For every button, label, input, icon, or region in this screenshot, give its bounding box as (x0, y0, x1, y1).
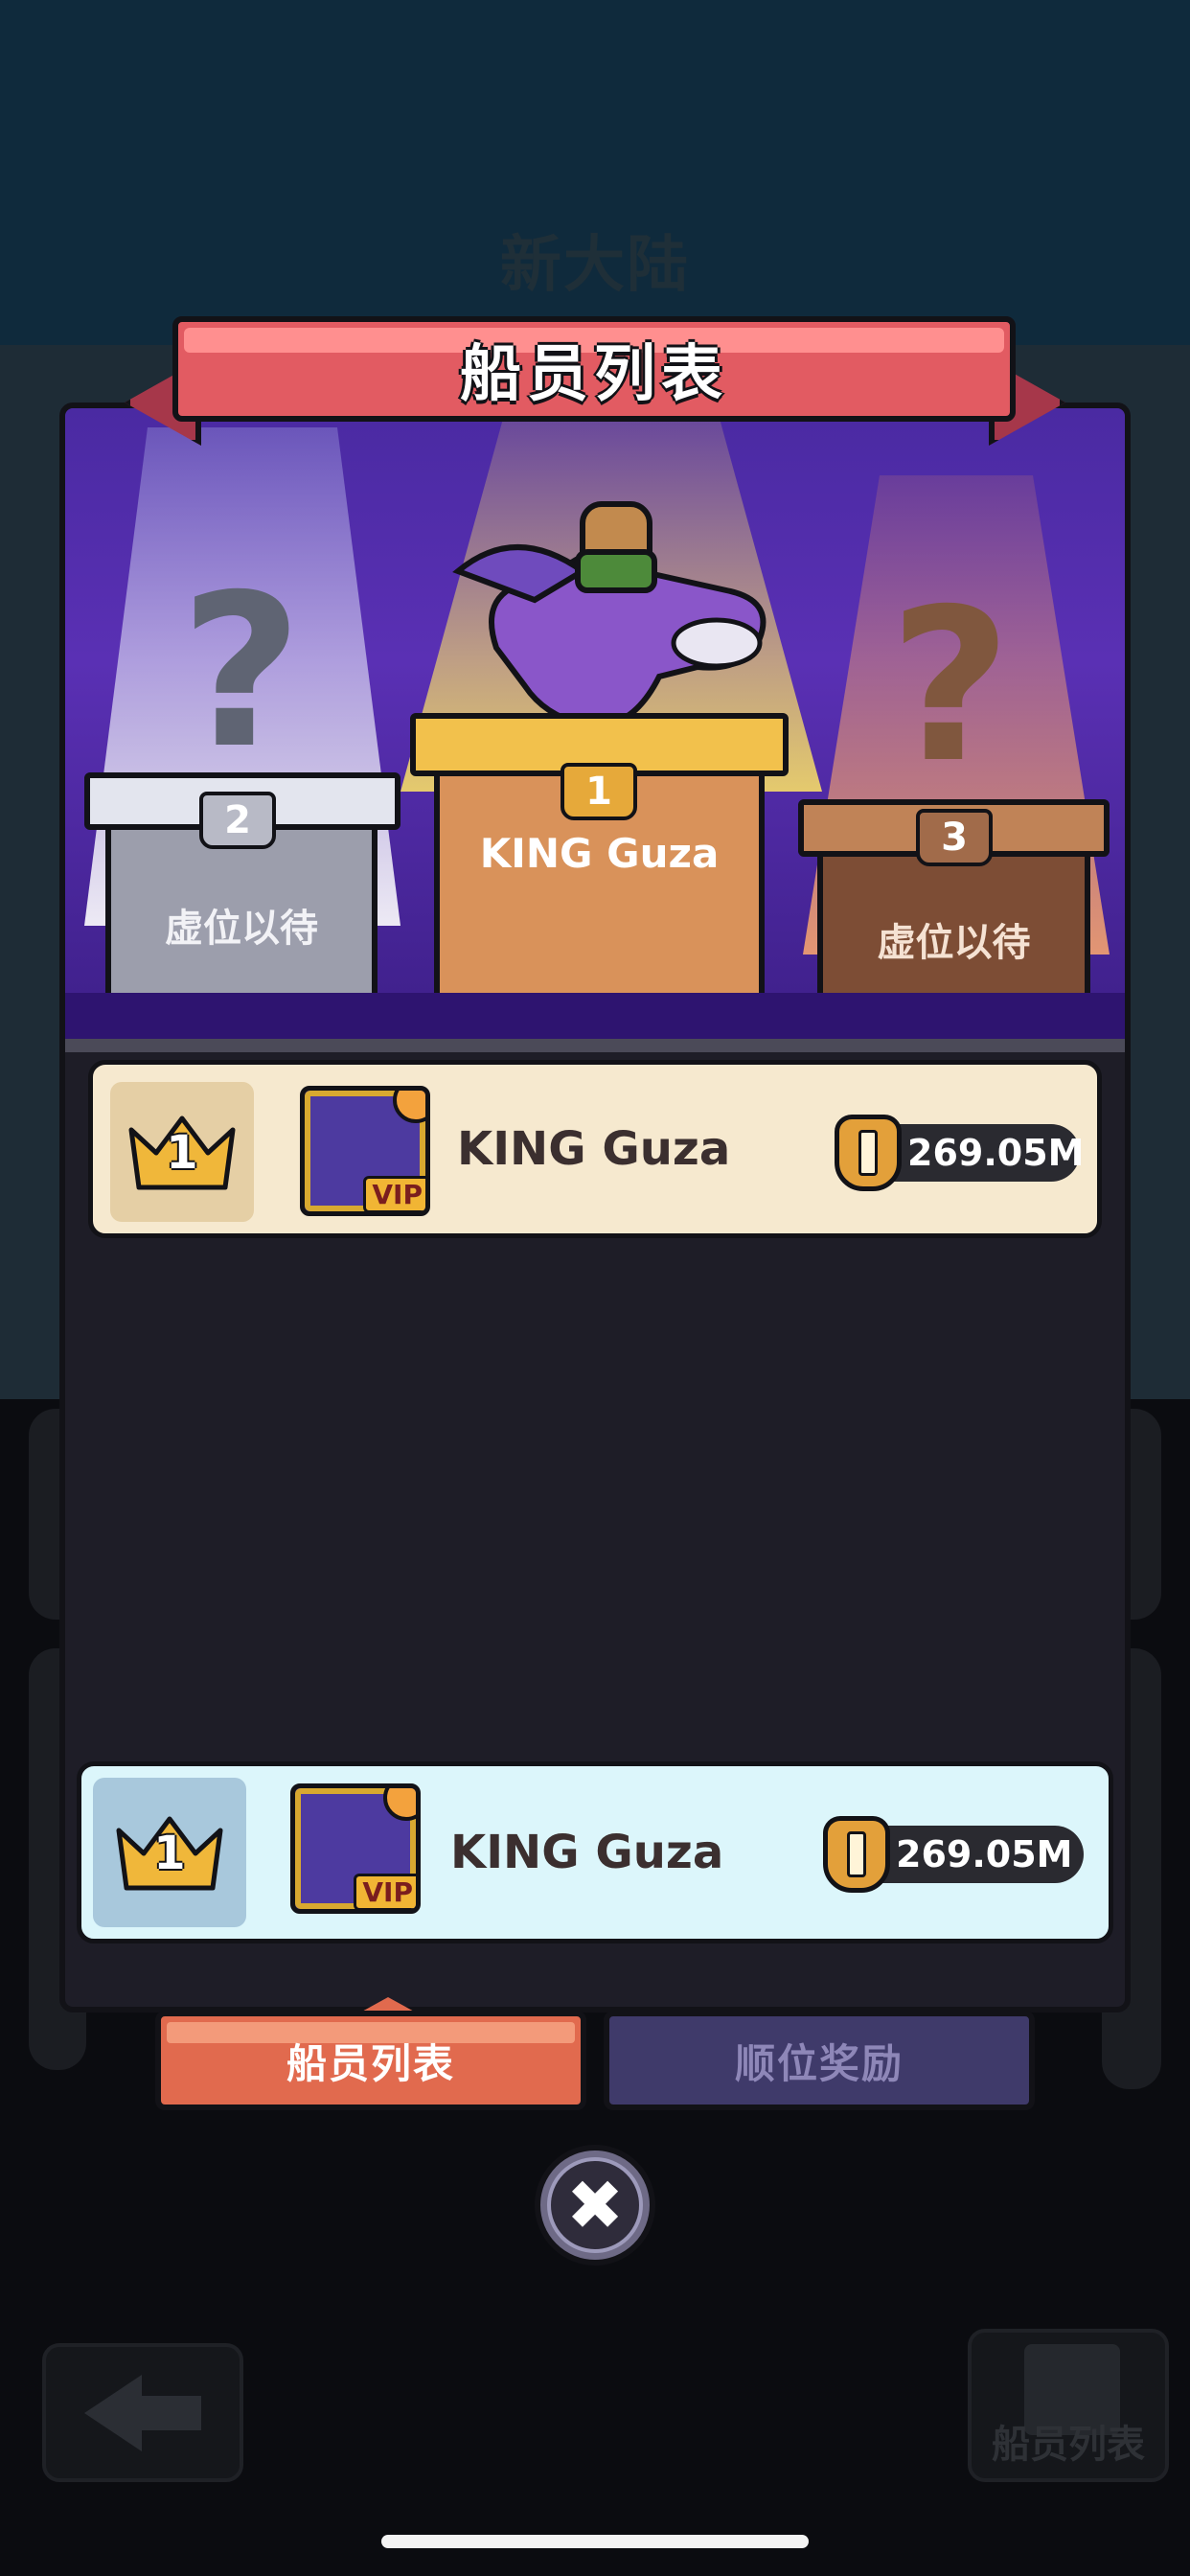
background-crew-label: 船员列表 (992, 2423, 1145, 2467)
tab-rank-rewards-label: 顺位奖励 (734, 2039, 904, 2087)
vip-badge: VIP (354, 1874, 416, 1909)
podium-first-rank: 1 (561, 763, 637, 820)
crown-icon: 1 (126, 1111, 239, 1193)
rank-crown-box: 1 (93, 1778, 246, 1927)
tab-crew-list-label: 船员列表 (286, 2039, 455, 2087)
home-indicator[interactable] (381, 2535, 809, 2548)
vip-badge: VIP (363, 1176, 425, 1211)
power-text: 269.05M (907, 1132, 1085, 1174)
sword-shield-icon (835, 1115, 902, 1191)
back-arrow-icon (84, 2374, 142, 2451)
player-name: KING Guza (450, 1826, 724, 1879)
my-rank-row[interactable]: 1 VIP KING Guza 269.05M (77, 1761, 1113, 1944)
podium-second-name: 虚位以待 (165, 907, 318, 951)
power-value: 269.05M (835, 1115, 1084, 1191)
stage-floor (65, 993, 1125, 1041)
close-icon: ✖ (547, 2157, 643, 2253)
panel-title-banner: 船员列表 (172, 316, 1016, 422)
avatar[interactable]: VIP (300, 1086, 430, 1216)
rank-number: 1 (166, 1126, 198, 1180)
tab-rank-rewards[interactable]: 顺位奖励 (604, 2011, 1035, 2110)
podium-third-rank: 3 (916, 809, 993, 866)
power-text: 269.05M (896, 1833, 1073, 1875)
question-mark-icon: ? (180, 549, 303, 794)
rank-crown-box: 1 (110, 1082, 254, 1222)
podium-third-name: 虚位以待 (877, 921, 1031, 965)
close-button[interactable]: ✖ (535, 2145, 655, 2266)
question-mark-icon: ? (889, 564, 1012, 809)
power-value: 269.05M (823, 1816, 1084, 1893)
back-arrow-shaft (134, 2395, 201, 2430)
podium-second-rank: 2 (199, 792, 276, 849)
podium-stage: ? ? 2 1 3 虚位以待 KING Guza 虚位以待 (65, 408, 1125, 1052)
background-back-button (42, 2343, 243, 2482)
panel-title: 船员列表 (460, 339, 728, 410)
player-name: KING Guza (457, 1122, 731, 1176)
ranking-list-row[interactable]: 1 VIP KING Guza 269.05M (88, 1060, 1102, 1238)
tab-crew-list[interactable]: 船员列表 (155, 2011, 586, 2110)
sword-shield-icon (823, 1816, 890, 1893)
crown-icon: 1 (113, 1811, 226, 1894)
background-crew-button: 船员列表 (968, 2329, 1169, 2482)
rank-number: 1 (153, 1827, 186, 1880)
podium-first-name: KING Guza (479, 830, 720, 877)
background-title: 新大陆 (500, 230, 690, 301)
avatar[interactable]: VIP (290, 1783, 421, 1914)
stage-edge (65, 1039, 1125, 1052)
